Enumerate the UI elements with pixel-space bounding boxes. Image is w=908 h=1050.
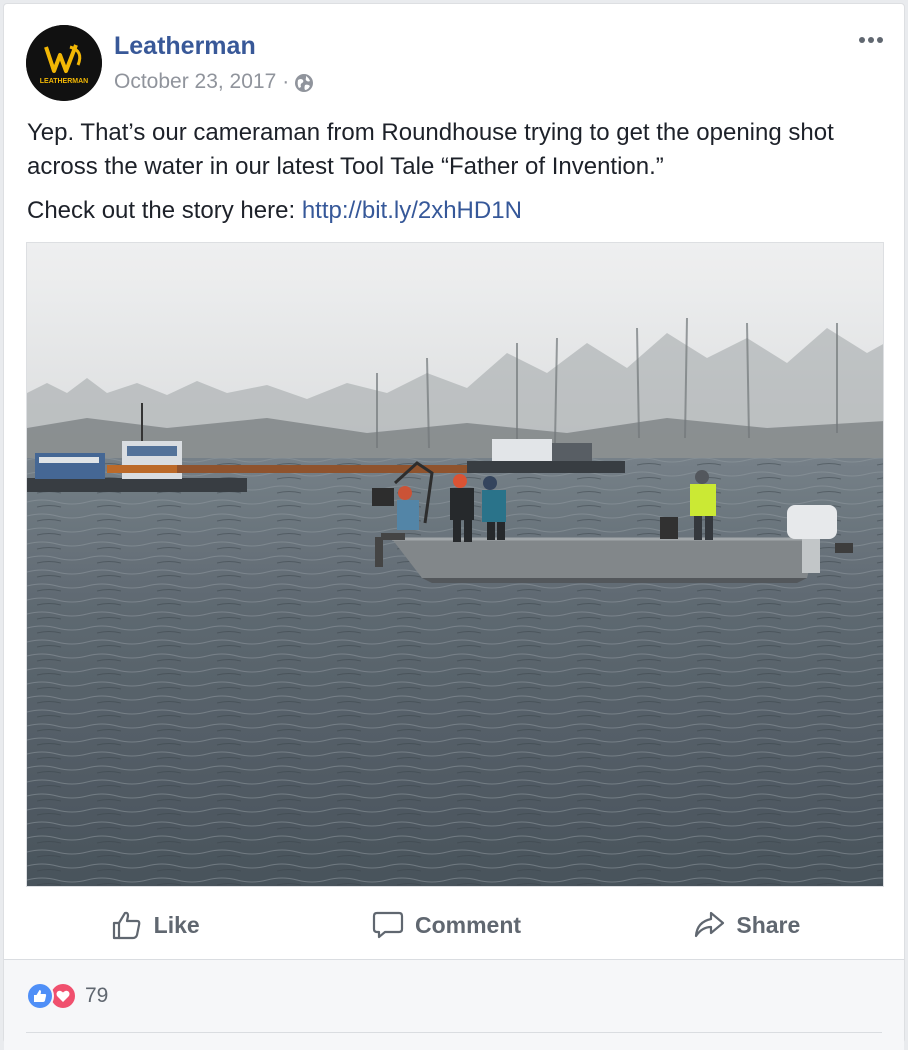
boat-on-water-image xyxy=(27,243,883,886)
post-text-cta: Check out the story here: http://bit.ly/… xyxy=(27,194,887,228)
page-avatar[interactable]: LEATHERMAN xyxy=(26,25,102,101)
post-card: LEATHERMAN Leatherman October 23, 2017 ·… xyxy=(3,3,905,1050)
post-text-line: Yep. That’s our cameraman from Roundhous… xyxy=(27,119,834,180)
like-label: Like xyxy=(153,911,200,938)
comment-button[interactable]: Comment xyxy=(355,902,537,948)
thumbs-up-icon xyxy=(112,911,141,940)
share-button[interactable]: Share xyxy=(676,902,816,948)
globe-icon[interactable] xyxy=(294,73,314,93)
reactions-summary[interactable]: 79 xyxy=(26,982,108,1010)
more-options-icon[interactable] xyxy=(856,28,886,52)
share-arrow-icon xyxy=(695,911,725,938)
like-button[interactable]: Like xyxy=(94,902,216,948)
leatherman-logo: LEATHERMAN xyxy=(26,25,102,101)
post-text: Yep. That’s our cameraman from Roundhous… xyxy=(27,116,887,228)
post-photo[interactable] xyxy=(26,242,884,887)
svg-text:LEATHERMAN: LEATHERMAN xyxy=(40,78,88,85)
post-meta: October 23, 2017 · xyxy=(114,70,314,94)
comment-bubble-icon xyxy=(372,911,404,939)
page-name-link[interactable]: Leatherman xyxy=(114,32,256,61)
share-label: Share xyxy=(736,911,801,938)
cta-prefix: Check out the story here: xyxy=(27,197,302,224)
comment-label: Comment xyxy=(415,911,522,938)
post-date[interactable]: October 23, 2017 xyxy=(114,70,276,94)
story-link[interactable]: http://bit.ly/2xhHD1N xyxy=(302,197,522,224)
comments-divider xyxy=(26,1032,882,1033)
reactions-bar: 79 xyxy=(4,960,904,1050)
post-actions: Like Comment Share xyxy=(24,897,886,953)
like-icon xyxy=(26,982,54,1010)
meta-separator: · xyxy=(282,70,290,93)
reaction-count: 79 xyxy=(85,984,109,1007)
